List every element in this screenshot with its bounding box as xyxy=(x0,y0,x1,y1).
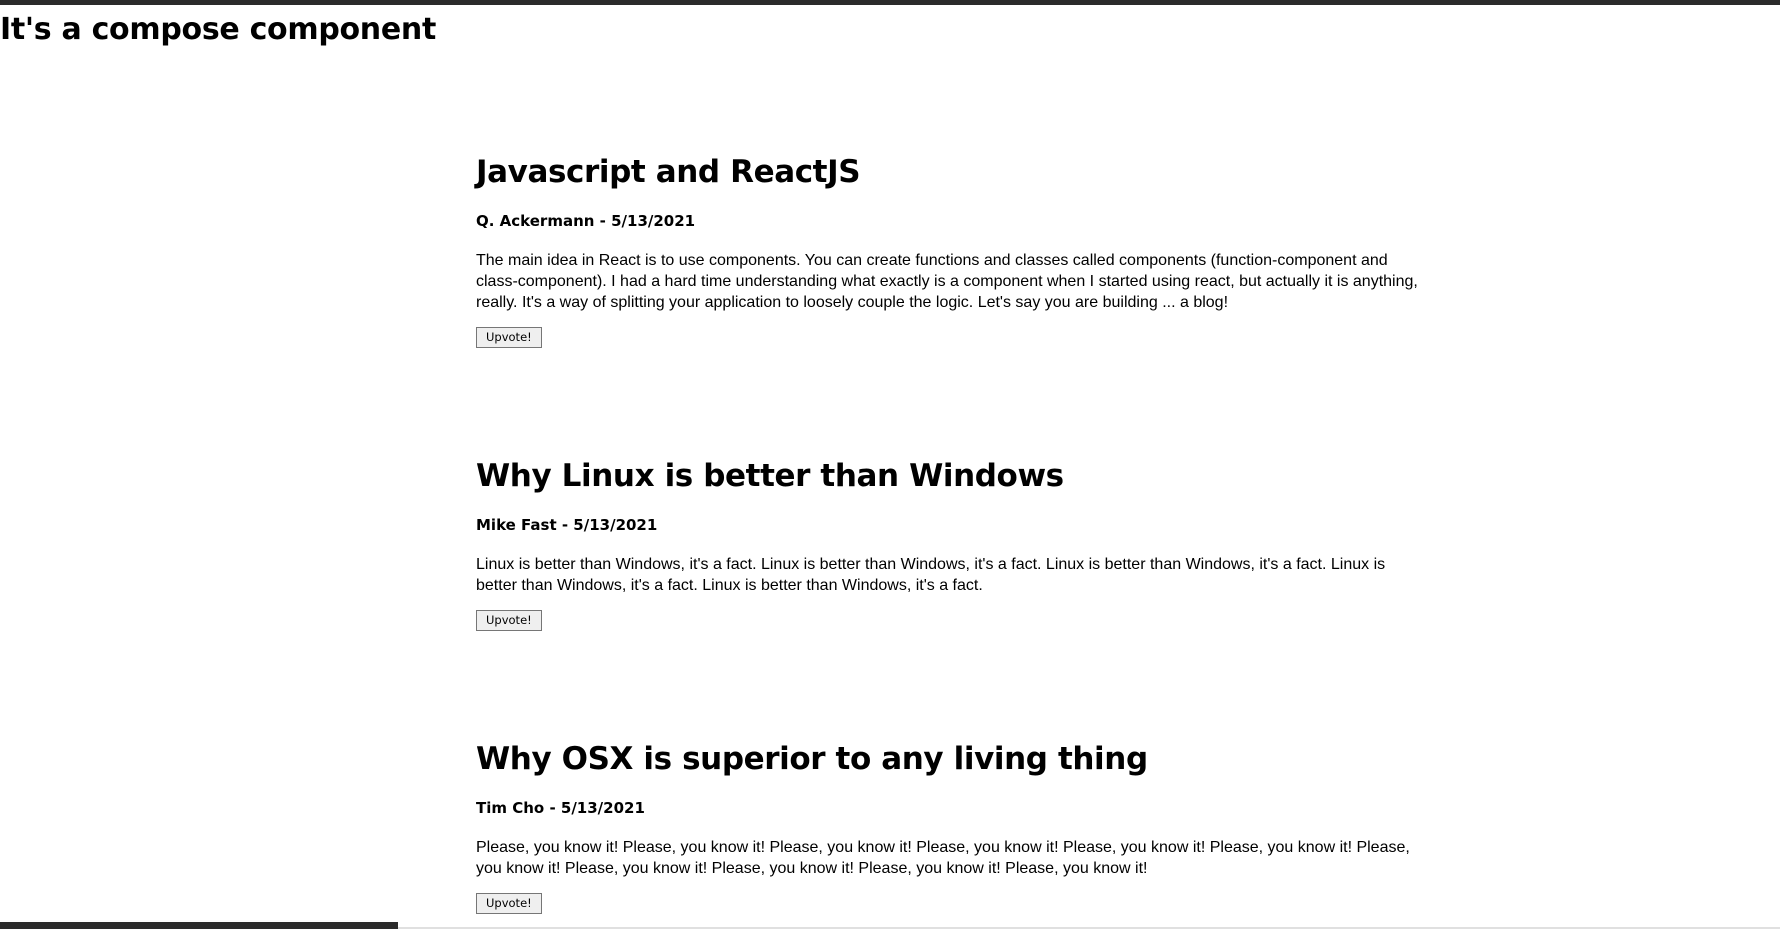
page-title: It's a compose component xyxy=(0,12,437,47)
post-card: Why Linux is better than Windows Mike Fa… xyxy=(476,454,1426,631)
post-card: Javascript and ReactJS Q. Ackermann - 5/… xyxy=(476,150,1426,348)
upvote-button[interactable]: Upvote! xyxy=(476,893,542,914)
horizontal-scrollbar[interactable] xyxy=(0,922,398,929)
post-body: Linux is better than Windows, it's a fac… xyxy=(476,556,1386,594)
post-body: Please, you know it! Please, you know it… xyxy=(476,839,1410,877)
post-title: Javascript and ReactJS xyxy=(476,154,861,190)
post-card: Why OSX is superior to any living thing … xyxy=(476,737,1426,914)
post-title: Why Linux is better than Windows xyxy=(476,458,1064,494)
post-author-date: Mike Fast - 5/13/2021 xyxy=(476,516,658,534)
upvote-button[interactable]: Upvote! xyxy=(476,327,542,348)
window-top-border xyxy=(0,0,1780,5)
post-body: The main idea in React is to use compone… xyxy=(476,252,1418,311)
post-author-date: Tim Cho - 5/13/2021 xyxy=(476,799,645,817)
upvote-button[interactable]: Upvote! xyxy=(476,610,542,631)
post-title: Why OSX is superior to any living thing xyxy=(476,741,1148,777)
post-author-date: Q. Ackermann - 5/13/2021 xyxy=(476,212,696,230)
